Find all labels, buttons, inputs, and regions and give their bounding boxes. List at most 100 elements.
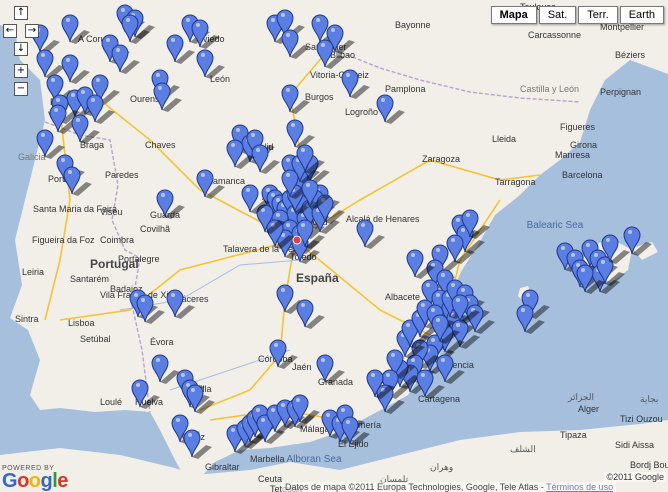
- pan-down-button[interactable]: ↓: [14, 42, 28, 56]
- city-label: Lisboa: [68, 318, 95, 328]
- sea-label: Alboran Sea: [286, 454, 341, 465]
- marker-highlight: [136, 383, 140, 387]
- marker-highlight: [196, 23, 200, 27]
- marker-highlight: [158, 86, 162, 90]
- city-label: Perpignan: [600, 87, 641, 97]
- marker-highlight: [181, 373, 185, 377]
- marker-highlight: [126, 18, 130, 22]
- pan-up-button[interactable]: ↑: [14, 6, 28, 20]
- city-label: Bayonne: [395, 20, 431, 30]
- city-label: Zaragoza: [422, 154, 460, 164]
- city-label: وهران: [430, 462, 453, 473]
- marker-highlight: [571, 253, 575, 257]
- city-label: الشلف: [510, 444, 536, 454]
- marker-highlight: [71, 93, 75, 97]
- marker-highlight: [451, 283, 455, 287]
- marker-highlight: [186, 383, 190, 387]
- marker-highlight: [266, 188, 270, 192]
- marker-highlight: [134, 293, 138, 297]
- zoom-out-button[interactable]: −: [14, 82, 28, 96]
- marker-highlight: [271, 18, 275, 22]
- marker-highlight: [286, 223, 290, 227]
- madrid-center-marker[interactable]: [292, 235, 302, 245]
- marker-highlight: [201, 53, 205, 57]
- map-type-mapa-button[interactable]: Mapa: [490, 6, 537, 24]
- zoom-in-button[interactable]: +: [14, 64, 28, 78]
- city-label: Vitoria-Gasteiz: [310, 70, 369, 80]
- marker-highlight: [576, 263, 580, 267]
- google-logo[interactable]: POWERED BY Google: [2, 465, 68, 492]
- logo-letter: G: [2, 470, 18, 492]
- marker-highlight: [386, 373, 390, 377]
- marker-highlight: [41, 133, 45, 137]
- marker-highlight: [161, 193, 165, 197]
- marker-highlight: [121, 8, 125, 12]
- marker-highlight: [301, 223, 305, 227]
- marker-highlight: [231, 143, 235, 147]
- marker-highlight: [521, 308, 525, 312]
- city-label: Chaves: [145, 140, 176, 150]
- marker-highlight: [188, 433, 192, 437]
- marker-highlight: [236, 128, 240, 132]
- city-label: Paredes: [105, 170, 139, 180]
- marker-highlight: [601, 260, 605, 264]
- city-label: Setúbal: [80, 334, 111, 344]
- marker-highlight: [466, 213, 470, 217]
- map-type-terrain-button[interactable]: Terr.: [578, 6, 618, 24]
- marker-highlight: [391, 353, 395, 357]
- map-type-satellite-button[interactable]: Sat.: [538, 6, 577, 24]
- city-label: Jaén: [292, 362, 312, 372]
- marker-highlight: [436, 248, 440, 252]
- pan-right-button[interactable]: →: [25, 24, 39, 38]
- marker-highlight: [106, 38, 110, 42]
- marker-highlight: [561, 246, 565, 250]
- marker-highlight: [586, 243, 590, 247]
- marker-highlight: [326, 413, 330, 417]
- marker-highlight: [361, 223, 365, 227]
- marker-highlight: [406, 323, 410, 327]
- attribution-text: Datos de mapa ©2011 Europa Technologies,…: [285, 482, 544, 492]
- map-type-earth-button[interactable]: Earth: [619, 6, 664, 24]
- marker-highlight: [256, 148, 260, 152]
- marker-highlight: [191, 388, 195, 392]
- marker-highlight: [346, 420, 350, 424]
- marker-highlight: [246, 188, 250, 192]
- marker-highlight: [341, 408, 345, 412]
- city-label: Évora: [150, 337, 174, 347]
- city-label: Tipaza: [560, 430, 587, 440]
- marker-highlight: [116, 48, 120, 52]
- map-attribution: Datos de mapa ©2011 Europa Technologies,…: [282, 482, 617, 492]
- marker-highlight: [456, 323, 460, 327]
- city-label: Gibraltar: [205, 462, 240, 472]
- marker-highlight: [256, 408, 260, 412]
- map-type-control[interactable]: Mapa Sat. Terr. Earth: [490, 6, 664, 24]
- map-canvas[interactable]: A CoruñaOviedoSantanderBilbaoBayonneToul…: [0, 0, 668, 492]
- marker-highlight: [346, 73, 350, 77]
- pan-left-button[interactable]: ←: [3, 24, 17, 38]
- terms-of-use-link[interactable]: Términos de uso: [546, 482, 613, 492]
- city-label: Viseu: [100, 207, 122, 217]
- marker-highlight: [251, 133, 255, 137]
- marker-highlight: [441, 273, 445, 277]
- marker-highlight: [96, 78, 100, 82]
- google-wordmark: Google: [2, 470, 68, 492]
- marker-highlight: [381, 98, 385, 102]
- marker-highlight: [56, 98, 60, 102]
- region-label: Castilla y León: [520, 84, 579, 94]
- country-label: Portugal: [90, 257, 139, 271]
- marker-highlight: [321, 43, 325, 47]
- logo-letter: g: [40, 470, 53, 492]
- city-label: Manresa: [555, 150, 590, 160]
- city-label: Santarém: [70, 274, 109, 284]
- city-label: Alcalá de Henares: [346, 214, 420, 224]
- marker-highlight: [321, 358, 325, 362]
- marker-highlight: [371, 373, 375, 377]
- marker-highlight: [51, 78, 55, 82]
- marker-highlight: [281, 13, 285, 17]
- city-label: Burgos: [305, 92, 334, 102]
- marker-highlight: [66, 58, 70, 62]
- marker-highlight: [186, 18, 190, 22]
- marker-highlight: [276, 213, 280, 217]
- marker-highlight: [431, 338, 435, 342]
- marker-highlight: [411, 253, 415, 257]
